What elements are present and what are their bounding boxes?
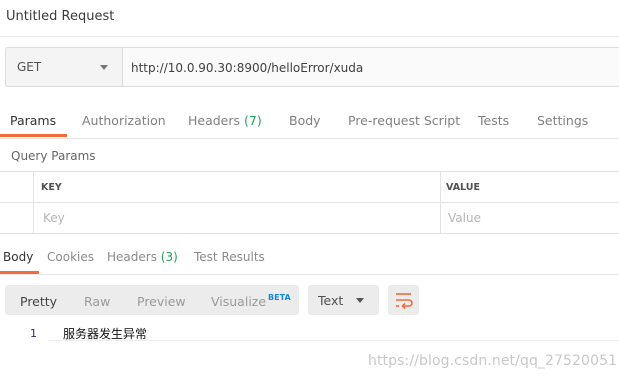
tab-params-label: Params bbox=[10, 113, 57, 128]
wrap-lines-button[interactable] bbox=[388, 285, 419, 315]
tabs-divider bbox=[0, 138, 619, 139]
table-row-divider bbox=[0, 202, 619, 203]
tab-headers[interactable]: Headers (7) bbox=[188, 113, 262, 128]
tab-tests[interactable]: Tests bbox=[478, 113, 509, 128]
response-headers-count: (3) bbox=[160, 250, 178, 264]
response-tab-body[interactable]: Body bbox=[3, 250, 33, 264]
view-visualize-label: Visualize bbox=[211, 294, 267, 309]
chevron-down-icon[interactable] bbox=[356, 298, 364, 303]
tab-pre-request-script[interactable]: Pre-request Script bbox=[348, 113, 460, 128]
column-header-key: KEY bbox=[41, 182, 62, 193]
response-tab-test-results[interactable]: Test Results bbox=[194, 250, 265, 264]
wrap-lines-icon bbox=[396, 293, 413, 310]
column-header-value: VALUE bbox=[446, 182, 480, 193]
beta-badge: BETA bbox=[268, 293, 291, 302]
line-number: 1 bbox=[30, 327, 37, 340]
watermark: https://blog.csdn.net/qq_27520051 bbox=[368, 353, 618, 369]
tab-body-label: Body bbox=[289, 113, 321, 128]
tab-settings[interactable]: Settings bbox=[537, 113, 588, 128]
response-tab-headers[interactable]: Headers (3) bbox=[107, 250, 178, 264]
table-column-divider bbox=[440, 171, 441, 234]
active-tab-indicator bbox=[0, 134, 67, 137]
response-tab-cookies-label: Cookies bbox=[47, 250, 94, 264]
view-preview-button[interactable]: Preview bbox=[137, 294, 186, 309]
method-value[interactable]: GET bbox=[17, 60, 41, 74]
table-column-divider bbox=[33, 171, 34, 234]
response-tab-cookies[interactable]: Cookies bbox=[47, 250, 94, 264]
tab-tests-label: Tests bbox=[478, 113, 510, 128]
value-input[interactable]: Value bbox=[448, 211, 481, 225]
response-tab-test-results-label: Test Results bbox=[194, 250, 265, 264]
view-raw-button[interactable]: Raw bbox=[84, 294, 110, 309]
response-line-divider bbox=[48, 340, 619, 341]
tab-body[interactable]: Body bbox=[289, 113, 321, 128]
chevron-down-icon[interactable] bbox=[100, 65, 108, 70]
tab-authorization-label: Authorization bbox=[82, 113, 166, 128]
tab-params[interactable]: Params bbox=[10, 113, 56, 128]
title-divider bbox=[0, 36, 619, 37]
tab-headers-label: Headers bbox=[188, 113, 241, 128]
tab-settings-label: Settings bbox=[537, 113, 589, 128]
response-tab-body-label: Body bbox=[3, 250, 34, 264]
response-tabs-divider bbox=[0, 274, 619, 275]
headers-count: (7) bbox=[244, 113, 262, 128]
url-value[interactable]: http://10.0.90.30:8900/helloError/xuda bbox=[131, 61, 363, 75]
key-input[interactable]: Key bbox=[43, 211, 65, 225]
view-visualize-button[interactable]: Visualize BETA bbox=[211, 293, 291, 309]
query-params-title: Query Params bbox=[11, 149, 96, 163]
request-title[interactable]: Untitled Request bbox=[6, 9, 114, 24]
response-tab-headers-label: Headers bbox=[107, 250, 157, 264]
view-pretty-button[interactable]: Pretty bbox=[20, 294, 57, 309]
tab-pre-request-script-label: Pre-request Script bbox=[348, 113, 461, 128]
tab-authorization[interactable]: Authorization bbox=[82, 113, 166, 128]
format-value[interactable]: Text bbox=[318, 293, 343, 308]
